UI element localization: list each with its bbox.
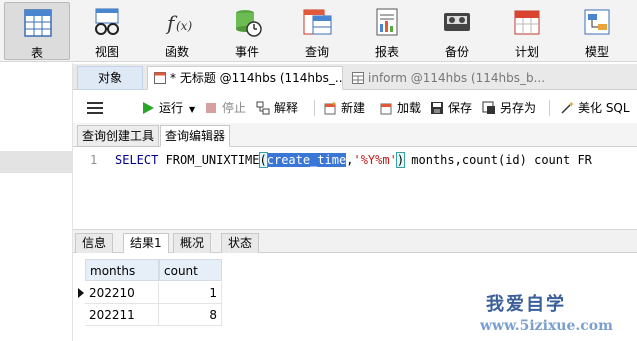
new-label: 新建 <box>341 101 366 115</box>
table-cell[interactable]: 202211 <box>85 304 159 326</box>
model-icon <box>584 9 610 35</box>
ribbon-report-button[interactable]: 报表 <box>354 2 420 60</box>
tab-result1[interactable]: 结果1 <box>123 233 169 254</box>
connection-tree-panel[interactable] <box>0 63 73 341</box>
ribbon-schedule-button[interactable]: 计划 <box>494 2 560 60</box>
run-dropdown-icon[interactable]: ▼ <box>189 105 195 114</box>
watermark-title: 我爱自学 <box>486 294 566 315</box>
magic-wand-icon: ✦ <box>561 101 574 114</box>
load-folder-icon <box>380 103 392 115</box>
table-icon <box>24 9 52 37</box>
ribbon-table-button[interactable]: 表 <box>4 2 70 60</box>
main-ribbon-toolbar: 表 视图 f (x) 函数 事件 查询 报表 备份 计划 模型 <box>0 0 637 62</box>
new-query-icon: ✦ <box>324 101 337 115</box>
save-disk-icon <box>431 102 443 114</box>
ribbon-schedule-label: 计划 <box>514 45 539 59</box>
document-tabs: 对象 * 无标题 @114hbs (114hbs_... inform @114… <box>73 64 637 90</box>
ribbon-query-label: 查询 <box>304 45 329 59</box>
sql-string-literal: '%Y%m' <box>353 153 397 167</box>
tab-inform-table[interactable]: inform @114hbs (114hbs_b... <box>345 66 555 90</box>
ribbon-view-label: 视图 <box>94 45 119 59</box>
tab-status[interactable]: 状态 <box>221 233 260 254</box>
save-button[interactable]: 保存 <box>430 99 472 117</box>
report-document-icon <box>376 8 398 36</box>
sql-rest: months,count(id) count FR <box>404 153 592 167</box>
save-label: 保存 <box>448 101 473 115</box>
table-cell[interactable]: 8 <box>159 304 222 326</box>
run-label: 运行 <box>159 101 184 115</box>
line-number: 1 <box>90 153 98 167</box>
load-label: 加载 <box>397 101 422 115</box>
explain-button[interactable]: 解释 <box>256 99 298 117</box>
ribbon-query-button[interactable]: 查询 <box>284 2 350 60</box>
save-as-label: 另存为 <box>500 101 537 115</box>
watermark-url: www.5izixue.com <box>480 318 613 334</box>
view-glasses-icon <box>95 8 119 35</box>
explain-icon <box>256 101 270 115</box>
beautify-sql-button[interactable]: ✦ 美化 SQL <box>560 99 630 117</box>
ribbon-event-label: 事件 <box>234 45 259 59</box>
stop-label: 停止 <box>222 101 247 115</box>
svg-text:(x): (x) <box>176 19 192 33</box>
ribbon-event-button[interactable]: 事件 <box>214 2 280 60</box>
table-cell[interactable]: 202210 <box>85 282 159 304</box>
event-clock-icon <box>236 10 262 37</box>
sql-paren-close: ) <box>395 152 406 168</box>
beautify-label: 美化 SQL <box>578 101 630 115</box>
sql-code-line[interactable]: SELECT FROM_UNIXTIME(create_time,'%Y%m')… <box>115 152 592 168</box>
load-button[interactable]: 加载 <box>379 99 421 117</box>
tab-untitled-query-label: * 无标题 @114hbs (114hbs_... <box>170 71 343 85</box>
ribbon-report-label: 报表 <box>374 45 399 59</box>
stop-square-icon <box>206 103 216 113</box>
svg-text:✦: ✦ <box>331 101 337 108</box>
save-as-button[interactable]: 另存为 <box>482 99 536 117</box>
ribbon-backup-label: 备份 <box>444 45 469 59</box>
backup-tape-icon <box>444 13 470 31</box>
sql-editor[interactable]: 1 SELECT FROM_UNIXTIME(create_time,'%Y%m… <box>73 147 637 229</box>
ribbon-function-button[interactable]: f (x) 函数 <box>144 2 210 60</box>
column-header-months[interactable]: months <box>85 259 159 281</box>
save-as-icon <box>482 101 495 114</box>
run-play-icon <box>143 102 154 114</box>
tab-query-editor[interactable]: 查询编辑器 <box>160 125 231 147</box>
sql-function: FROM_UNIXTIME <box>158 153 260 167</box>
sql-keyword: SELECT <box>115 153 159 167</box>
sql-selected-text: create_time <box>266 153 347 167</box>
calendar-icon <box>514 10 540 35</box>
column-header-count[interactable]: count <box>159 259 222 281</box>
result-tabs: 信息 结果1 概况 状态 <box>73 229 637 254</box>
tab-objects[interactable]: 对象 <box>77 66 143 90</box>
hamburger-menu-icon[interactable] <box>87 101 103 115</box>
query-action-toolbar: 运行 ▼ 停止 解释 ✦ 新建 加载 保存 另存为 ✦ 美化 SQL <box>73 91 637 123</box>
ribbon-model-label: 模型 <box>584 45 609 59</box>
stop-button[interactable]: 停止 <box>204 99 246 117</box>
toolbar-divider <box>314 100 315 116</box>
ribbon-model-button[interactable]: 模型 <box>564 2 630 60</box>
tab-info[interactable]: 信息 <box>75 233 114 254</box>
tab-untitled-query[interactable]: * 无标题 @114hbs (114hbs_... <box>147 66 343 90</box>
tab-overview[interactable]: 概况 <box>173 233 212 254</box>
ribbon-table-label: 表 <box>30 46 43 60</box>
selected-tree-item[interactable] <box>0 151 73 173</box>
sql-paren-open: ( <box>258 152 268 168</box>
tab-inform-table-label: inform @114hbs (114hbs_b... <box>368 71 546 85</box>
query-mode-tabs: 查询创建工具 查询编辑器 <box>73 123 637 147</box>
query-table-icon <box>303 9 332 35</box>
ribbon-backup-button[interactable]: 备份 <box>424 2 490 60</box>
svg-text:✦: ✦ <box>568 101 574 109</box>
table-tab-icon <box>352 72 364 84</box>
table-cell[interactable]: 1 <box>159 282 222 304</box>
toolbar-divider-2 <box>549 100 550 116</box>
tab-query-builder[interactable]: 查询创建工具 <box>77 125 160 147</box>
run-button[interactable]: 运行 ▼ <box>141 99 195 117</box>
ribbon-function-label: 函数 <box>164 45 189 59</box>
ribbon-view-button[interactable]: 视图 <box>74 2 140 60</box>
query-tab-icon <box>154 72 166 84</box>
function-fx-icon: f (x) <box>165 11 192 35</box>
explain-label: 解释 <box>274 101 299 115</box>
new-query-button[interactable]: ✦ 新建 <box>323 99 365 117</box>
